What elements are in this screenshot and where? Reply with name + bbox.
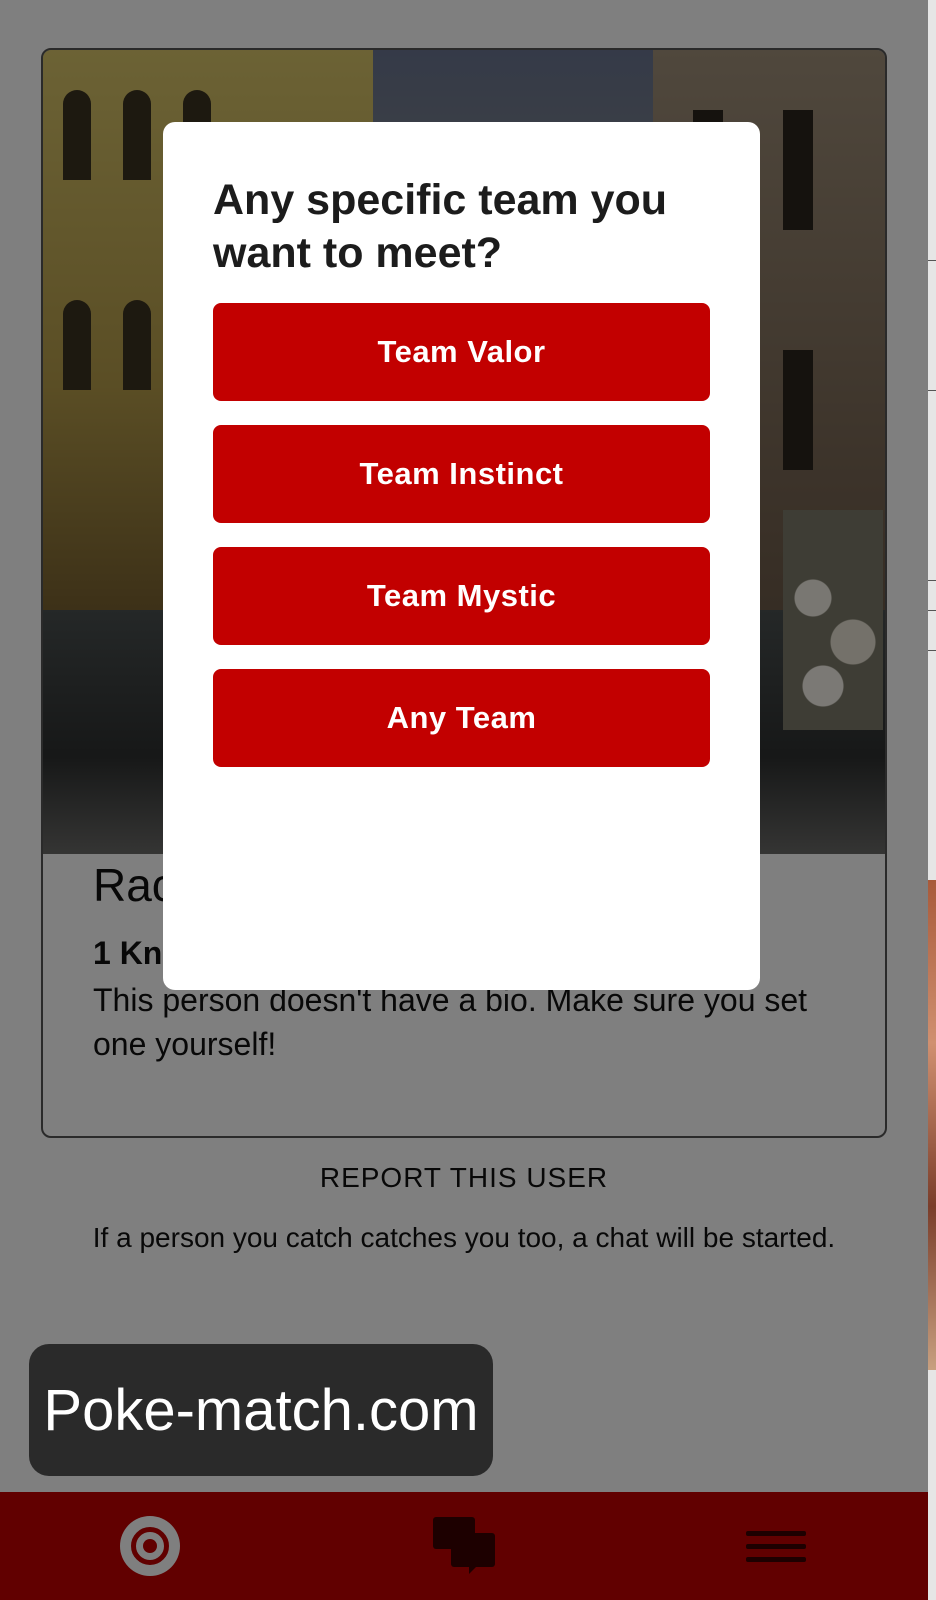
team-valor-button[interactable]: Team Valor — [213, 303, 710, 401]
adjacent-screen-edge — [928, 0, 936, 1600]
team-picker-dialog: Any specific team you want to meet? Team… — [163, 122, 760, 990]
team-instinct-button[interactable]: Team Instinct — [213, 425, 710, 523]
watermark-badge: Poke-match.com — [29, 1344, 493, 1476]
dialog-title: Any specific team you want to meet? — [213, 176, 668, 277]
any-team-button[interactable]: Any Team — [213, 669, 710, 767]
team-mystic-button[interactable]: Team Mystic — [213, 547, 710, 645]
